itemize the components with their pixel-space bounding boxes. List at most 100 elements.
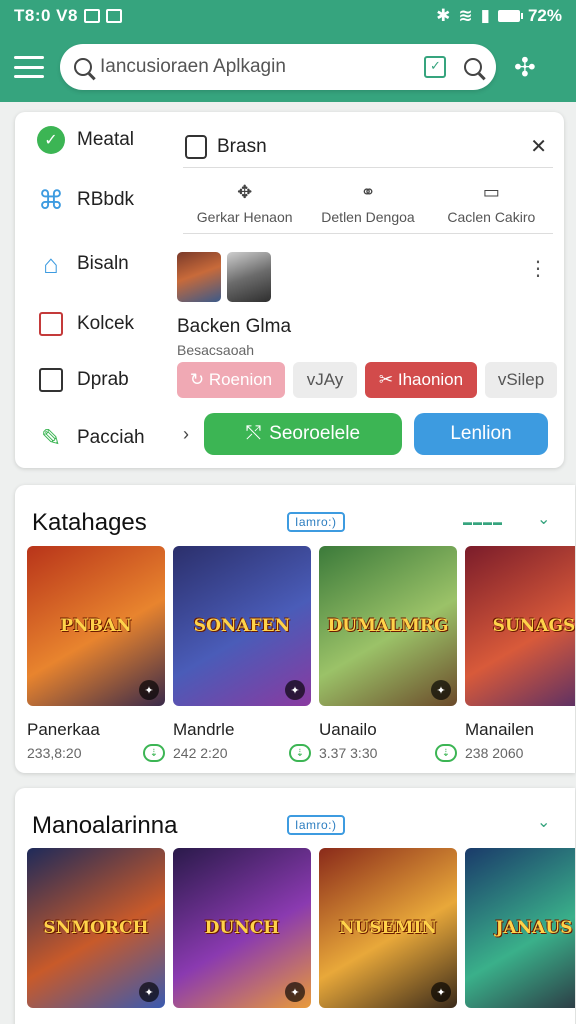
message-icon: ✓ xyxy=(35,124,67,156)
chip-label: vJAy xyxy=(306,370,344,389)
chip[interactable]: vSilep xyxy=(485,362,557,398)
download-icon[interactable]: ⇣ xyxy=(289,744,311,762)
sidebar-item-2[interactable]: ⌂ Bisaln xyxy=(35,248,129,280)
game-card-name: Panerkaa xyxy=(27,720,100,739)
game-cover-title: NUSEMIN xyxy=(339,918,437,938)
section-badge[interactable]: Iamro:) xyxy=(287,815,345,835)
battery-icon xyxy=(497,10,523,22)
game-cover-title: DUMALMRG xyxy=(327,616,449,636)
status-time: T8:0 V8 xyxy=(14,6,78,25)
chip[interactable]: vJAy xyxy=(293,362,357,398)
download-icon[interactable]: ⇣ xyxy=(143,744,165,762)
section-katahages: Katahages Iamro:) ▬▬▬▬ ⌄ PNBAN ✦ Panerkaa 2… xyxy=(15,485,575,773)
option-label: Gerkar Henaon xyxy=(196,209,293,225)
game-cover-image[interactable]: NUSEMIN ✦ xyxy=(319,848,457,1008)
chip[interactable]: ✂ Ihaonion xyxy=(365,362,477,398)
battery-level: 72% xyxy=(527,6,562,25)
more-options-icon[interactable]: ⋮ xyxy=(528,256,548,281)
game-avatar[interactable] xyxy=(177,252,221,302)
primary-button[interactable]: ⤲ Seoroelele xyxy=(204,413,402,455)
chip-label: vSilep xyxy=(497,370,545,389)
section-dots-icon: ▬▬▬▬ xyxy=(463,517,503,527)
notification-icon xyxy=(83,9,100,23)
sidebar-item-0[interactable]: ✓ Meatal xyxy=(35,124,134,156)
game-cover-image[interactable]: SUNAGS✦ xyxy=(465,546,575,706)
primary-button-label: Seoroelele xyxy=(269,423,361,444)
game-card-name: Mandrle xyxy=(173,720,235,739)
detail-options: ✥ Gerkar Henaon ⚭ Detlen Dengoa ▭ Caclen… xyxy=(183,174,553,234)
connect-icon[interactable]: ✣ xyxy=(514,54,536,80)
game-cover-image[interactable]: PNBAN ✦ xyxy=(27,546,165,706)
gamepad-icon: ✥ xyxy=(237,182,253,202)
game-card[interactable]: SNMORCH✦Nokdol xyxy=(27,848,165,1024)
section-manoalarinna: Manoalarinna Iamro:) ⌄ SNMORCH✦NokdolDUN… xyxy=(15,788,575,1024)
secondary-button[interactable]: Lenlion xyxy=(414,413,548,455)
rating-badge-icon: ✦ xyxy=(431,982,451,1002)
game-cover-title: PNBAN xyxy=(60,616,132,636)
screen-icon: ▭ xyxy=(482,182,500,202)
game-card-stats: 3.37 3:30 xyxy=(319,745,378,761)
detail-header: Brasn ✕ xyxy=(183,126,553,168)
rating-badge-icon: ✦ xyxy=(285,982,305,1002)
option-label: Caclen Cakiro xyxy=(447,209,536,225)
search-input[interactable] xyxy=(100,56,424,78)
sidebar-item-3[interactable]: Kolcek xyxy=(35,308,134,340)
wifi-icon: ≋ xyxy=(458,6,473,25)
menu-panel: ✓ Meatal ⌘ RBbdk ⌂ Bisaln Kolcek Dprab ✎… xyxy=(15,112,564,468)
calendar-icon xyxy=(35,308,67,340)
chevron-down-icon[interactable]: ⌄ xyxy=(537,509,550,529)
sidebar-item-label: Bisaln xyxy=(77,253,129,274)
game-cover-image[interactable]: JANAUS✦ xyxy=(465,848,575,1008)
game-cover-image[interactable]: DUMALMRG ✦ xyxy=(319,546,457,706)
section-title: Katahages xyxy=(32,509,147,536)
section-badge[interactable]: Iamro:) xyxy=(287,512,345,532)
game-avatar[interactable] xyxy=(227,252,271,302)
option-item[interactable]: ▭ Caclen Cakiro xyxy=(430,174,553,233)
game-cover-title: SNMORCH xyxy=(43,918,149,938)
section-title: Manoalarinna xyxy=(32,812,178,839)
sidebar-item-4[interactable]: Dprab xyxy=(35,364,129,396)
option-item[interactable]: ⚭ Detlen Dengoa xyxy=(306,174,429,233)
rating-badge-icon: ✦ xyxy=(139,982,159,1002)
game-card[interactable]: SUNAGS✦ Manailen 238 2060⇣ xyxy=(465,546,575,762)
sidebar-item-5[interactable]: ✎ Pacciah xyxy=(35,422,145,454)
status-bar: T8:0 V8 ✱ ≋ ▮ 72% xyxy=(0,0,576,32)
download-icon[interactable]: ⇣ xyxy=(435,744,457,762)
card-row: SNMORCH✦NokdolDUNCH✦Saealln IaleNUSEMIN✦… xyxy=(27,848,575,1024)
sidebar-item-1[interactable]: ⌘ RBbdk xyxy=(35,184,134,216)
bluetooth-icon: ✱ xyxy=(436,6,451,25)
search-bar[interactable] xyxy=(60,44,496,90)
game-card[interactable]: DUMALMRG ✦ Uanailo 3.37 3:30 ⇣ xyxy=(319,546,457,762)
option-label: Detlen Dengoa xyxy=(321,209,415,225)
game-card-meta: 238 2060⇣ xyxy=(465,744,575,762)
game-card[interactable]: JANAUS✦Sarorol xyxy=(465,848,575,1024)
game-cover-title: SONAFEN xyxy=(193,616,291,636)
game-card[interactable]: NUSEMIN✦Sesell xyxy=(319,848,457,1024)
game-card-meta: 233,8:20 ⇣ xyxy=(27,744,165,762)
game-card[interactable]: DUNCH✦Saealln Iale xyxy=(173,848,311,1024)
game-cover-image[interactable]: SONAFEN ✦ xyxy=(173,546,311,706)
game-cover-image[interactable]: SNMORCH ✦ xyxy=(27,848,165,1008)
game-cover-image[interactable]: DUNCH ✦ xyxy=(173,848,311,1008)
game-card-meta: 242 2:20 ⇣ xyxy=(173,744,311,762)
search-icon xyxy=(74,58,92,76)
game-card[interactable]: PNBAN ✦ Panerkaa 233,8:20 ⇣ xyxy=(27,546,165,762)
game-avatars xyxy=(177,252,271,302)
chip[interactable]: ↻ Roenion xyxy=(177,362,285,398)
sidebar-item-label: Meatal xyxy=(77,129,135,150)
close-icon[interactable]: ✕ xyxy=(530,134,547,159)
rating-badge-icon: ✦ xyxy=(139,680,159,700)
secondary-button-label: Lenlion xyxy=(450,423,512,444)
link-icon: ⚭ xyxy=(360,182,376,202)
game-cover-title: DUNCH xyxy=(204,918,280,938)
home-icon: ⌂ xyxy=(43,248,59,279)
menu-icon[interactable] xyxy=(14,56,44,78)
verified-icon[interactable] xyxy=(424,56,446,78)
game-card-name: Uanailo xyxy=(319,720,377,739)
option-item[interactable]: ✥ Gerkar Henaon xyxy=(183,174,306,233)
chevron-right-icon[interactable]: › xyxy=(183,424,189,445)
game-card[interactable]: SONAFEN ✦ Mandrle 242 2:20 ⇣ xyxy=(173,546,311,762)
chevron-down-icon[interactable]: ⌄ xyxy=(537,812,550,832)
search-submit-icon[interactable] xyxy=(464,58,482,76)
sidebar-item-label: Pacciah xyxy=(77,427,145,448)
